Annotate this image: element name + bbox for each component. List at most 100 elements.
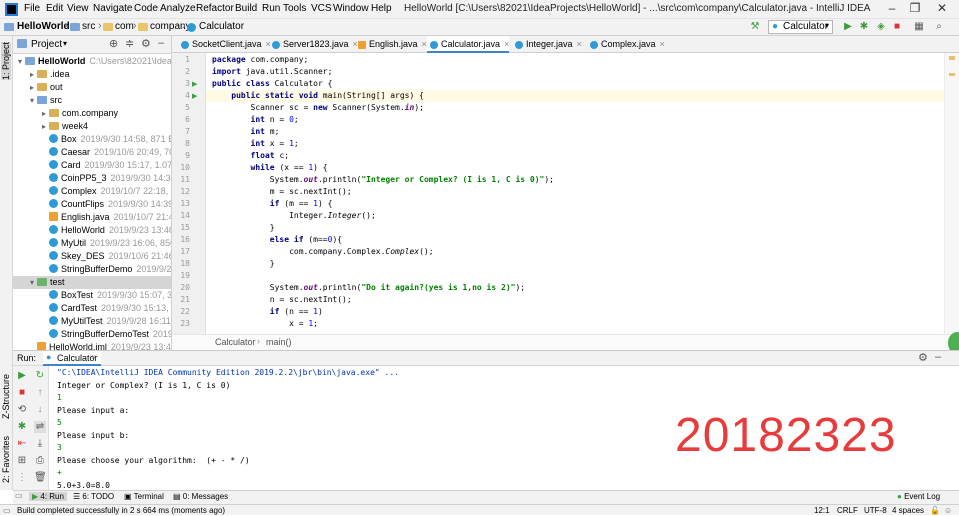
code-editor[interactable]: package com.company; import java.util.Sc… [206,53,944,334]
tree-item[interactable]: ▸ out [13,81,171,94]
line-separator[interactable]: CRLF [837,505,858,516]
gear-icon[interactable]: ⚙ [141,37,151,50]
tab-socketclient[interactable]: SocketClient.java × [178,36,271,53]
crumb-calculator[interactable]: Calculator [199,21,244,32]
breadcrumb-method[interactable]: main() [266,337,292,347]
hide-icon[interactable]: – [935,351,941,363]
maximize-icon[interactable]: ❐ [905,1,925,15]
run-configuration-select[interactable]: ● Calculator ▾ [768,20,833,34]
warning-marker[interactable] [949,73,955,76]
menu-view[interactable]: View [67,3,89,14]
chevron-down-icon[interactable]: ▾ [63,39,67,48]
tree-item[interactable]: ▾ src [13,94,171,107]
scroll-up-icon[interactable]: ↑ [34,387,46,399]
chevron-down-icon[interactable]: ▾ [15,55,25,68]
stop-icon[interactable]: ■ [891,21,903,33]
run-class-icon[interactable]: ▶ [192,80,197,88]
tab-server1823[interactable]: Server1823.java × [269,36,358,53]
tab-english[interactable]: English.java × [355,36,427,53]
tree-item[interactable]: BoxTest2019/9/30 15:07, 327 B [13,289,171,302]
more-icon[interactable]: ⋮ [16,472,28,484]
warning-marker[interactable] [949,56,955,60]
tree-item[interactable]: ▸ .idea [13,68,171,81]
crumb-project[interactable]: HelloWorld [17,21,70,32]
menu-vcs[interactable]: VCS [311,3,332,14]
tab-messages[interactable]: ▤ 0: Messages [173,492,228,501]
tab-terminal[interactable]: ▣ Terminal [124,492,164,501]
editor-gutter[interactable]: 1 2 3 4 5 6 7 8 9 10 11 12 13 14 15 16 17 18 19 20 21 22 23 ▶ … [172,53,206,334]
menu-window[interactable]: Window [333,3,369,14]
run-icon[interactable]: ▶ [842,21,854,33]
breadcrumb-class[interactable]: Calculator [215,337,256,347]
tree-item[interactable]: StringBufferDemoTest2019/9/24 16:31 [13,328,171,341]
menu-help[interactable]: Help [371,3,392,14]
tree-item[interactable]: English.java2019/10/7 21:45, 0 B [13,211,171,224]
close-icon[interactable]: × [422,39,427,49]
editor-scrollbar[interactable] [944,53,959,334]
run-again-icon[interactable]: ▶ [16,370,28,382]
chevron-right-icon[interactable]: ▸ [39,107,49,120]
tree-item[interactable]: MyUtilTest2019/9/28 16:11, 1.06 kB [13,315,171,328]
event-log-button[interactable]: ● Event Log [897,492,940,501]
tree-item[interactable]: CoinPP5_32019/9/30 14:34, 430 B [13,172,171,185]
scroll-to-end-icon[interactable]: ⤓ [34,438,46,450]
stop-icon[interactable]: ■ [16,387,28,399]
project-structure-icon[interactable]: ▦ [913,21,925,33]
tree-item[interactable]: Caesar2019/10/6 20:49, 707 B [13,146,171,159]
tree-item[interactable]: ▾ test [13,276,171,289]
tree-item[interactable]: StringBufferDemo2019/9/24 16:30 [13,263,171,276]
status-message[interactable]: Build completed successfully in 2 s 664 … [17,505,225,516]
menu-tools[interactable]: Tools [283,3,306,14]
locate-icon[interactable]: ⊕ [109,37,118,50]
tab-todo[interactable]: ☰ 6: TODO [73,492,114,501]
scroll-down-icon[interactable]: ↓ [34,404,46,416]
tree-item[interactable]: Skey_DES2019/10/6 21:46, 619 B [13,250,171,263]
clear-icon[interactable]: 🗑 [34,472,47,484]
tree-item[interactable]: Card2019/9/30 15:17, 1.07 kB [13,159,171,172]
inspector-icon[interactable]: ☺ [944,505,952,516]
tab-run[interactable]: ▶ 4: Run [29,492,67,501]
soft-wrap-icon[interactable]: ⇌ [34,421,46,433]
exit-icon[interactable]: ⇤ [16,438,28,450]
lock-icon[interactable]: 🔓 [930,505,940,516]
tree-item[interactable]: MyUtil 2019/9/23 16:06, 850 B [13,237,171,250]
menu-run[interactable]: Run [262,3,280,14]
crumb-src[interactable]: src [82,21,95,32]
print-icon[interactable]: ⎙ [34,455,46,467]
minimize-icon[interactable]: – [882,1,902,15]
menu-code[interactable]: Code [134,3,158,14]
toggle-panels-icon[interactable]: ▭ [15,491,23,500]
favorites-tool-tab[interactable]: 2: Favorites [1,436,11,483]
project-view-title[interactable]: Project [31,39,62,50]
chevron-down-icon[interactable]: ▾ [27,94,37,107]
rerun-icon[interactable]: ↻ [34,370,46,382]
tree-item[interactable]: CountFlips2019/9/30 14:39, 556 B [13,198,171,211]
indent-setting[interactable]: 4 spaces [892,505,924,516]
close-icon[interactable]: × [660,39,665,49]
debug-icon[interactable]: ✱ [16,421,28,433]
close-icon[interactable]: × [91,352,96,362]
close-icon[interactable]: × [504,39,509,49]
tree-item[interactable]: Box 2019/9/30 14:58, 871 B [13,133,171,146]
crumb-com[interactable]: com [115,21,134,32]
tab-calculator[interactable]: Calculator.java × [427,36,509,53]
menu-refactor[interactable]: Refactor [196,3,234,14]
menu-file[interactable]: File [24,3,40,14]
chevron-right-icon[interactable]: ▸ [27,68,37,81]
chevron-right-icon[interactable]: ▸ [27,81,37,94]
close-icon[interactable]: × [577,39,582,49]
chevron-right-icon[interactable]: ▸ [39,120,49,133]
close-icon[interactable]: ✕ [932,1,952,15]
tree-item[interactable]: ▸ week4 [13,120,171,133]
pin-icon[interactable]: ⊞ [16,455,28,467]
tree-item[interactable]: ▸ com.company [13,107,171,120]
restore-layout-icon[interactable]: ⟲ [16,404,28,416]
gear-icon[interactable]: ⚙ [918,351,928,364]
menu-build[interactable]: Build [235,3,257,14]
menu-edit[interactable]: Edit [46,3,63,14]
file-encoding[interactable]: UTF-8 [864,505,887,516]
search-icon[interactable]: ⌕ [933,21,945,33]
tree-item[interactable]: CardTest2019/9/30 15:13, 320 B [13,302,171,315]
tree-item[interactable]: Complex2019/10/7 22:18, 1.38 kB [13,185,171,198]
run-main-icon[interactable]: ▶ [192,92,197,100]
